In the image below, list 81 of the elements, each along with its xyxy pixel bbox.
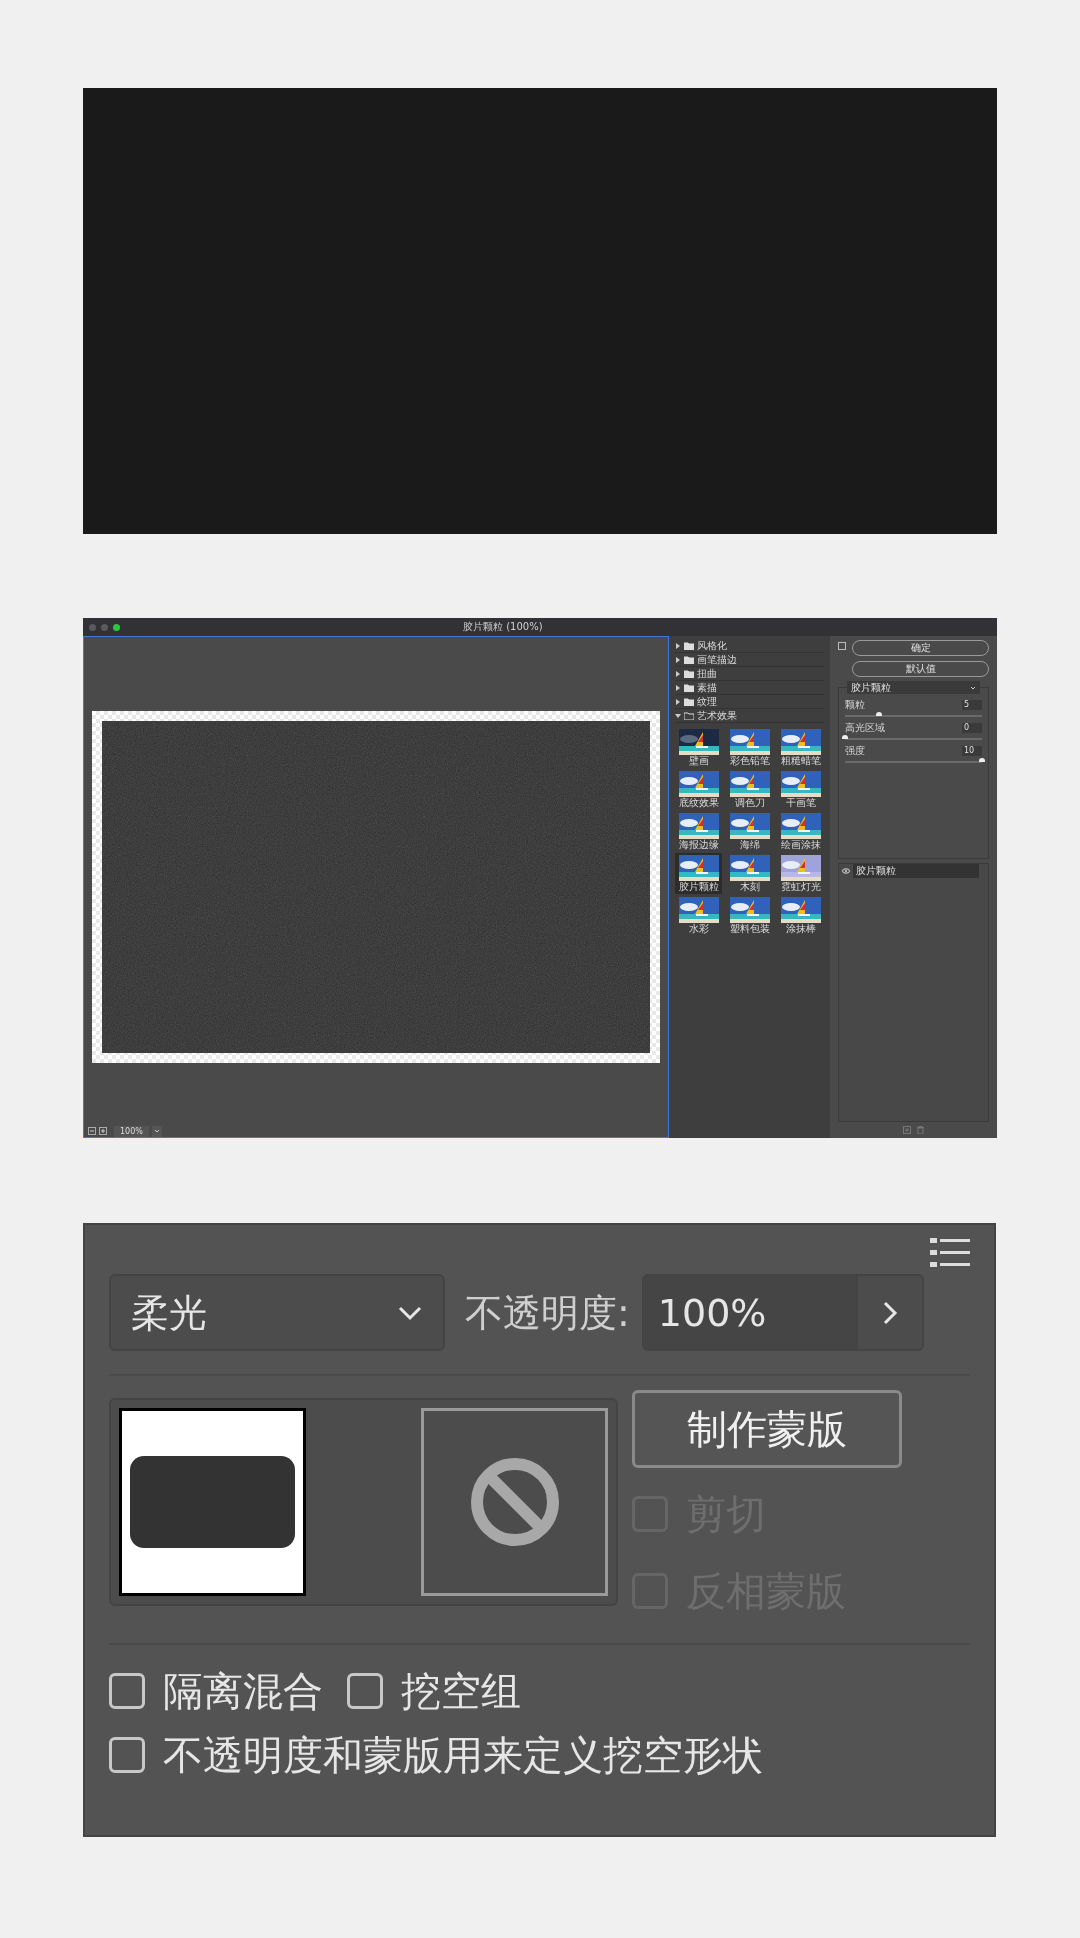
category-item[interactable]: 风格化 [675, 639, 824, 653]
filter-thumbnail[interactable]: 塑料包装 [726, 895, 773, 936]
blend-mode-dropdown[interactable]: 柔光 [109, 1274, 445, 1351]
filter-thumbnail[interactable]: 底纹效果 [675, 769, 722, 810]
caret-down-icon [675, 712, 681, 719]
filter-select[interactable]: 胶片颗粒 [847, 681, 980, 694]
filter-label: 壁画 [688, 755, 709, 767]
filter-thumbnail[interactable]: 彩色铅笔 [726, 727, 773, 768]
chevron-down-icon [397, 1304, 423, 1321]
category-item[interactable]: 画笔描边 [675, 653, 824, 667]
default-button[interactable]: 默认值 [852, 661, 989, 677]
setting-value-field[interactable]: 5 [962, 700, 982, 710]
filter-label: 彩色铅笔 [729, 755, 770, 767]
menu-icon[interactable] [930, 1237, 970, 1269]
checkbox[interactable] [347, 1673, 383, 1709]
no-entry-icon [469, 1457, 560, 1547]
slider-thumb[interactable] [842, 735, 848, 739]
filter-label: 胶片颗粒 [678, 881, 719, 893]
setting-value-field[interactable]: 10 [962, 746, 982, 756]
filter-label: 调色刀 [734, 797, 765, 809]
filter-thumbnail[interactable]: 干画笔 [777, 769, 824, 810]
category-item[interactable]: 艺术效果 [675, 709, 824, 723]
setting-value-field[interactable]: 0 [962, 723, 982, 733]
filter-label: 海报边缘 [678, 839, 719, 851]
caret-icon [970, 685, 976, 690]
option-label: 隔离混合 [163, 1667, 323, 1716]
filter-thumbnail[interactable]: 涂抹棒 [777, 895, 824, 936]
filter-thumbnail[interactable]: 海报边缘 [675, 811, 722, 852]
filter-thumbnail[interactable]: 水彩 [675, 895, 722, 936]
filter-thumbnail[interactable]: 霓虹灯光 [777, 853, 824, 894]
trash-icon[interactable] [917, 1126, 924, 1134]
maximize-icon[interactable] [113, 623, 120, 631]
filter-label: 底纹效果 [678, 797, 719, 809]
new-layer-icon[interactable] [903, 1126, 911, 1134]
slider-thumb[interactable] [979, 758, 985, 762]
slider-thumb[interactable] [876, 712, 883, 716]
option-label: 挖空组 [401, 1667, 521, 1716]
window-title: 胶片颗粒 (100%) [463, 622, 543, 632]
option-label: 不透明度和蒙版用来定义挖空形状 [163, 1731, 763, 1780]
opacity-field[interactable]: 100% [641, 1274, 858, 1351]
zoom-in-button[interactable] [99, 1127, 107, 1135]
opacity-slider-button[interactable] [857, 1274, 924, 1351]
filter-label: 海绵 [739, 839, 760, 851]
filter-label: 涂抹棒 [785, 923, 816, 935]
effect-layer-item[interactable]: 胶片颗粒 [853, 864, 979, 878]
filter-label: 水彩 [688, 923, 709, 935]
chevron-right-icon [881, 1299, 898, 1326]
filter-thumbnail[interactable]: 调色刀 [726, 769, 773, 810]
mask-thumbnail[interactable] [421, 1408, 608, 1596]
layer-thumbnail[interactable] [119, 1408, 306, 1596]
opacity-label: 不透明度: [465, 1293, 630, 1332]
filter-label: 木刻 [739, 881, 760, 893]
make-mask-button[interactable]: 制作蒙版 [632, 1390, 902, 1468]
zoom-dropdown[interactable] [151, 1125, 162, 1137]
filter-label: 霓虹灯光 [780, 881, 821, 893]
category-item[interactable]: 纹理 [675, 695, 824, 709]
ok-button[interactable]: 确定 [852, 640, 989, 656]
minus-icon [89, 1128, 95, 1134]
filter-thumbnail[interactable]: 木刻 [726, 853, 773, 894]
zoom-field[interactable]: 100% [114, 1125, 149, 1137]
filter-thumbnail[interactable]: 壁画 [675, 727, 722, 768]
setting-label: 高光区域 [845, 723, 885, 733]
checkbox[interactable] [109, 1737, 145, 1773]
collapse-icon[interactable] [838, 642, 846, 650]
setting-label: 强度 [845, 746, 865, 756]
setting-label: 颗粒 [845, 700, 865, 710]
plus-icon [100, 1128, 106, 1134]
checkbox[interactable] [109, 1673, 145, 1709]
filter-label: 粗糙蜡笔 [780, 755, 821, 767]
category-item[interactable]: 扭曲 [675, 667, 824, 681]
filter-thumbnail[interactable]: 海绵 [726, 811, 773, 852]
filter-label: 塑料包装 [729, 923, 770, 935]
filter-thumbnail[interactable]: 绘画涂抹 [777, 811, 824, 852]
zoom-out-button[interactable] [88, 1127, 96, 1135]
filter-label: 干画笔 [785, 797, 816, 809]
caret-icon [153, 1129, 160, 1133]
category-item[interactable]: 素描 [675, 681, 824, 695]
filter-thumbnail[interactable]: 粗糙蜡笔 [777, 727, 824, 768]
filter-thumbnail[interactable]: 胶片颗粒 [675, 853, 722, 894]
filter-label: 绘画涂抹 [780, 839, 821, 851]
eye-icon [842, 868, 850, 874]
